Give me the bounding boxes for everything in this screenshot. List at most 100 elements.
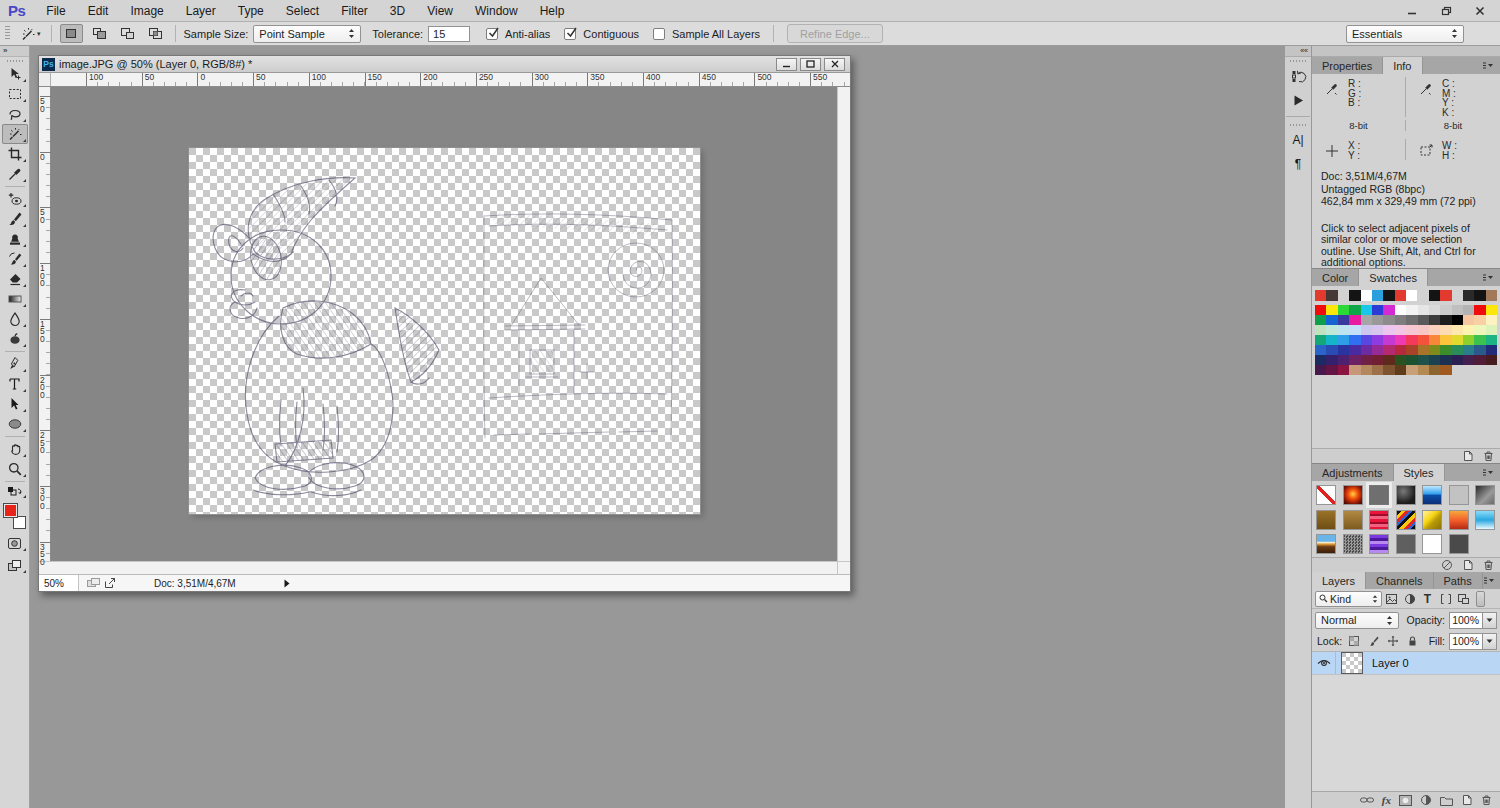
layer-style-icon[interactable]: fx — [1382, 794, 1391, 806]
tolerance-input[interactable]: 15 — [428, 26, 470, 42]
recent-swatch[interactable] — [1315, 290, 1326, 301]
style-sunset-orange[interactable] — [1449, 510, 1469, 530]
style-horizon[interactable] — [1316, 534, 1336, 554]
style-brown[interactable] — [1316, 510, 1336, 530]
minimize-icon[interactable] — [1402, 4, 1422, 18]
swatch[interactable] — [1406, 355, 1417, 365]
swatch[interactable] — [1418, 345, 1429, 355]
canvas-viewport[interactable] — [51, 87, 837, 561]
swatch[interactable] — [1349, 325, 1360, 335]
swatch[interactable] — [1372, 335, 1383, 345]
swatch[interactable] — [1395, 355, 1406, 365]
swatch[interactable] — [1372, 305, 1383, 315]
tab-properties[interactable]: Properties — [1312, 57, 1383, 74]
ruler-corner[interactable] — [39, 73, 51, 86]
subtract-from-selection-button[interactable] — [116, 24, 139, 43]
zoom-level[interactable]: 50% — [39, 575, 79, 591]
style-default-none[interactable] — [1316, 485, 1336, 505]
swatch[interactable] — [1349, 305, 1360, 315]
add-to-selection-button[interactable] — [88, 24, 111, 43]
filter-kind-select[interactable]: Kind — [1315, 591, 1382, 607]
style-tan[interactable] — [1343, 510, 1363, 530]
lock-all-icon[interactable] — [1405, 633, 1421, 649]
swatch[interactable] — [1338, 305, 1349, 315]
swatch[interactable] — [1395, 325, 1406, 335]
swatch[interactable] — [1429, 305, 1440, 315]
swatch[interactable] — [1395, 335, 1406, 345]
swatch[interactable] — [1440, 365, 1451, 375]
doc-close-icon[interactable] — [824, 58, 845, 71]
swatch[interactable] — [1338, 355, 1349, 365]
menu-edit[interactable]: Edit — [77, 4, 120, 18]
swatch[interactable] — [1338, 315, 1349, 325]
foreground-color-swatch[interactable] — [3, 503, 18, 518]
swatch[interactable] — [1474, 315, 1485, 325]
swatch[interactable] — [1429, 345, 1440, 355]
swatch[interactable] — [1418, 325, 1429, 335]
doc-maximize-icon[interactable] — [800, 58, 821, 71]
clear-style-icon[interactable] — [1441, 559, 1453, 571]
dock-collapse[interactable]: «« — [1285, 46, 1311, 57]
layer-name[interactable]: Layer 0 — [1372, 657, 1409, 669]
toolbar-grip[interactable] — [7, 60, 23, 62]
swatch[interactable] — [1372, 355, 1383, 365]
layer-thumbnail[interactable] — [1341, 652, 1363, 674]
filter-toggle[interactable] — [1476, 591, 1485, 607]
status-menu-arrow[interactable] — [284, 579, 290, 588]
swatch[interactable] — [1406, 335, 1417, 345]
contiguous-checkbox[interactable] — [564, 28, 576, 40]
style-noise[interactable] — [1343, 534, 1363, 554]
spot-healing-brush-tool[interactable] — [2, 189, 28, 209]
swatch[interactable] — [1440, 305, 1451, 315]
path-selection-tool[interactable] — [2, 394, 28, 414]
swatch[interactable] — [1452, 355, 1463, 365]
anti-alias-checkbox[interactable] — [486, 28, 498, 40]
swatch[interactable] — [1429, 335, 1440, 345]
swatch[interactable] — [1383, 355, 1394, 365]
sample-size-select[interactable]: Point Sample — [253, 25, 361, 43]
swatch[interactable] — [1361, 305, 1372, 315]
swatch[interactable] — [1474, 305, 1485, 315]
style-gray-gradient[interactable] — [1475, 485, 1495, 505]
swatch[interactable] — [1395, 345, 1406, 355]
menu-3d[interactable]: 3D — [379, 4, 416, 18]
swatch[interactable] — [1326, 325, 1337, 335]
swatch[interactable] — [1429, 315, 1440, 325]
swatch[interactable] — [1395, 365, 1406, 375]
swatch[interactable] — [1349, 345, 1360, 355]
toolbar-collapse[interactable]: » — [0, 46, 29, 57]
swatch[interactable] — [1486, 305, 1497, 315]
swatch[interactable] — [1406, 315, 1417, 325]
recent-swatch[interactable] — [1406, 290, 1417, 301]
gradient-tool[interactable] — [2, 289, 28, 309]
swatch[interactable] — [1474, 325, 1485, 335]
swatch[interactable] — [1474, 355, 1485, 365]
swatch[interactable] — [1349, 335, 1360, 345]
swatch[interactable] — [1406, 325, 1417, 335]
refine-edge-button[interactable]: Refine Edge... — [787, 24, 883, 43]
menu-window[interactable]: Window — [464, 4, 529, 18]
swatch[interactable] — [1349, 365, 1360, 375]
canvas[interactable] — [189, 148, 700, 514]
recent-swatch[interactable] — [1463, 290, 1474, 301]
swatch[interactable] — [1486, 315, 1497, 325]
tab-paths[interactable]: Paths — [1434, 572, 1483, 589]
lock-pixels-icon[interactable] — [1366, 633, 1382, 649]
swatch[interactable] — [1383, 345, 1394, 355]
swatch[interactable] — [1361, 335, 1372, 345]
panel-menu-icon[interactable] — [1482, 464, 1496, 481]
swatch[interactable] — [1463, 325, 1474, 335]
lock-position-icon[interactable] — [1385, 633, 1401, 649]
eraser-tool[interactable] — [2, 269, 28, 289]
recent-swatch[interactable] — [1474, 290, 1485, 301]
swatch[interactable] — [1315, 345, 1326, 355]
swatch[interactable] — [1440, 345, 1451, 355]
swatch[interactable] — [1452, 345, 1463, 355]
type-tool[interactable] — [2, 374, 28, 394]
style-sky[interactable] — [1475, 510, 1495, 530]
swatch[interactable] — [1418, 335, 1429, 345]
style-flat-gray[interactable] — [1369, 485, 1389, 505]
menu-help[interactable]: Help — [529, 4, 576, 18]
swatch[interactable] — [1361, 345, 1372, 355]
document-title-bar[interactable]: Ps image.JPG @ 50% (Layer 0, RGB/8#) * — [39, 56, 850, 73]
